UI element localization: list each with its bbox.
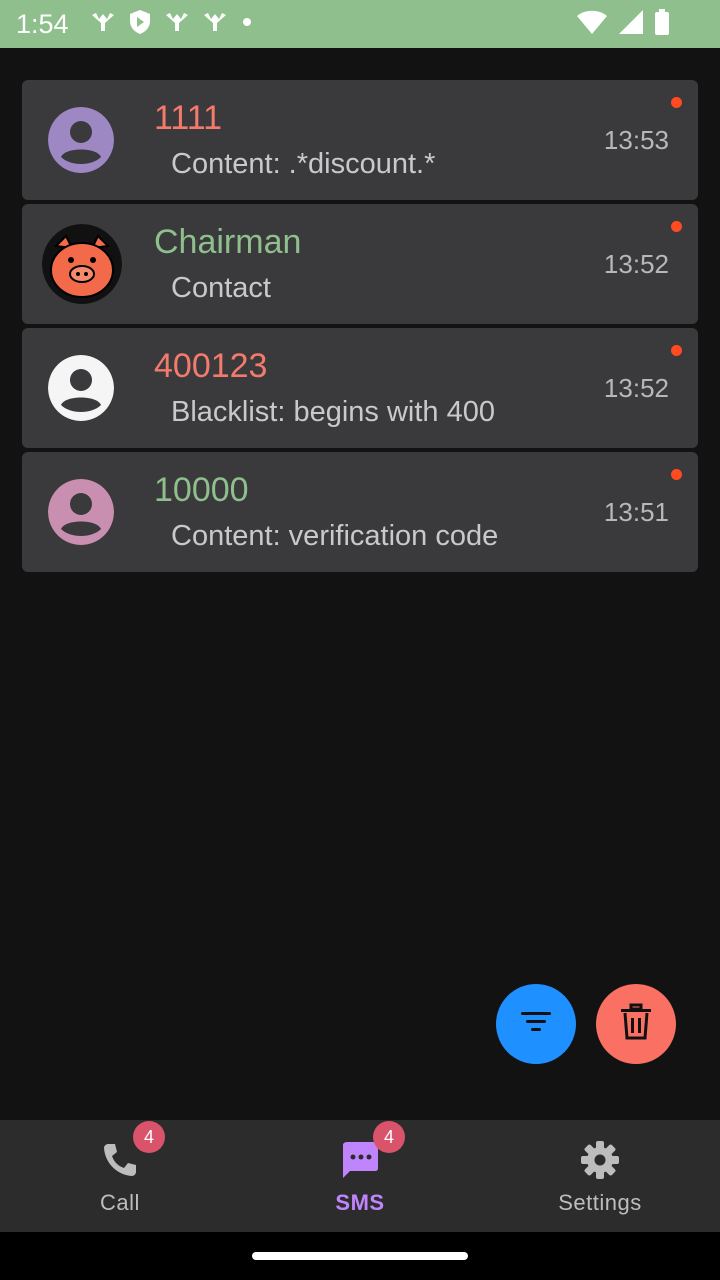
sms-badge: 4 — [373, 1121, 405, 1153]
wifi-calling-icon — [164, 11, 190, 38]
home-gesture-handle[interactable] — [252, 1252, 468, 1260]
sms-icon — [340, 1140, 380, 1180]
wifi-calling-icon — [90, 11, 116, 38]
wifi-calling-icon — [202, 11, 228, 38]
message-time: 13:51 — [603, 497, 669, 527]
trash-icon — [619, 1003, 653, 1046]
person-icon — [48, 479, 114, 545]
status-time: 1:54 — [16, 9, 69, 39]
message-time: 13:53 — [603, 125, 669, 155]
list-item[interactable]: 400123 Blacklist: begins with 400 13:52 — [22, 328, 698, 448]
gesture-bar — [0, 1232, 720, 1280]
battery-icon — [654, 8, 670, 40]
message-preview: Blacklist: begins with 400 — [171, 396, 495, 428]
message-preview: Content: verification code — [171, 520, 499, 552]
bottom-navigation: 4 Call 4 SMS Settings — [0, 1120, 720, 1232]
list-item[interactable]: 10000 Content: verification code 13:51 — [22, 452, 698, 572]
tab-sms[interactable]: 4 SMS — [240, 1120, 480, 1232]
dot-icon — [240, 15, 254, 34]
gear-icon — [580, 1140, 620, 1180]
filter-button[interactable] — [496, 984, 576, 1064]
message-preview: Content: .*discount.* — [171, 148, 436, 180]
delete-button[interactable] — [596, 984, 676, 1064]
message-time: 13:52 — [603, 249, 669, 279]
list-item[interactable]: 1111 Content: .*discount.* 13:53 — [22, 80, 698, 200]
wifi-icon — [576, 9, 608, 40]
call-badge: 4 — [133, 1121, 165, 1153]
tab-settings[interactable]: Settings — [480, 1120, 720, 1232]
signal-icon — [618, 9, 644, 40]
person-icon — [48, 355, 114, 421]
tab-call-label: Call — [100, 1190, 140, 1215]
sender-name: 400123 — [154, 347, 268, 385]
filter-icon — [519, 1009, 553, 1040]
tab-settings-label: Settings — [558, 1190, 642, 1215]
tab-call[interactable]: 4 Call — [0, 1120, 240, 1232]
tab-sms-label: SMS — [335, 1190, 385, 1215]
pig-avatar — [42, 224, 122, 304]
sms-list: 1111 Content: .*discount.* 13:53 Chairma… — [22, 80, 698, 576]
message-preview: Contact — [171, 272, 271, 304]
sender-name: 10000 — [154, 471, 249, 509]
unread-indicator — [671, 469, 682, 480]
app-screen: 1:54 1111 Content: .*discount.* 13:53 Ch… — [0, 0, 720, 1280]
status-notification-icons — [90, 9, 254, 40]
status-bar: 1:54 — [0, 0, 720, 48]
unread-indicator — [671, 345, 682, 356]
sender-name: 1111 — [154, 99, 223, 137]
status-system-icons — [576, 8, 670, 40]
list-item[interactable]: Chairman Contact 13:52 — [22, 204, 698, 324]
message-time: 13:52 — [603, 373, 669, 403]
unread-indicator — [671, 221, 682, 232]
unread-indicator — [671, 97, 682, 108]
phone-icon — [100, 1140, 140, 1180]
person-icon — [48, 107, 114, 173]
shield-icon — [128, 9, 152, 40]
sender-name: Chairman — [154, 223, 302, 261]
